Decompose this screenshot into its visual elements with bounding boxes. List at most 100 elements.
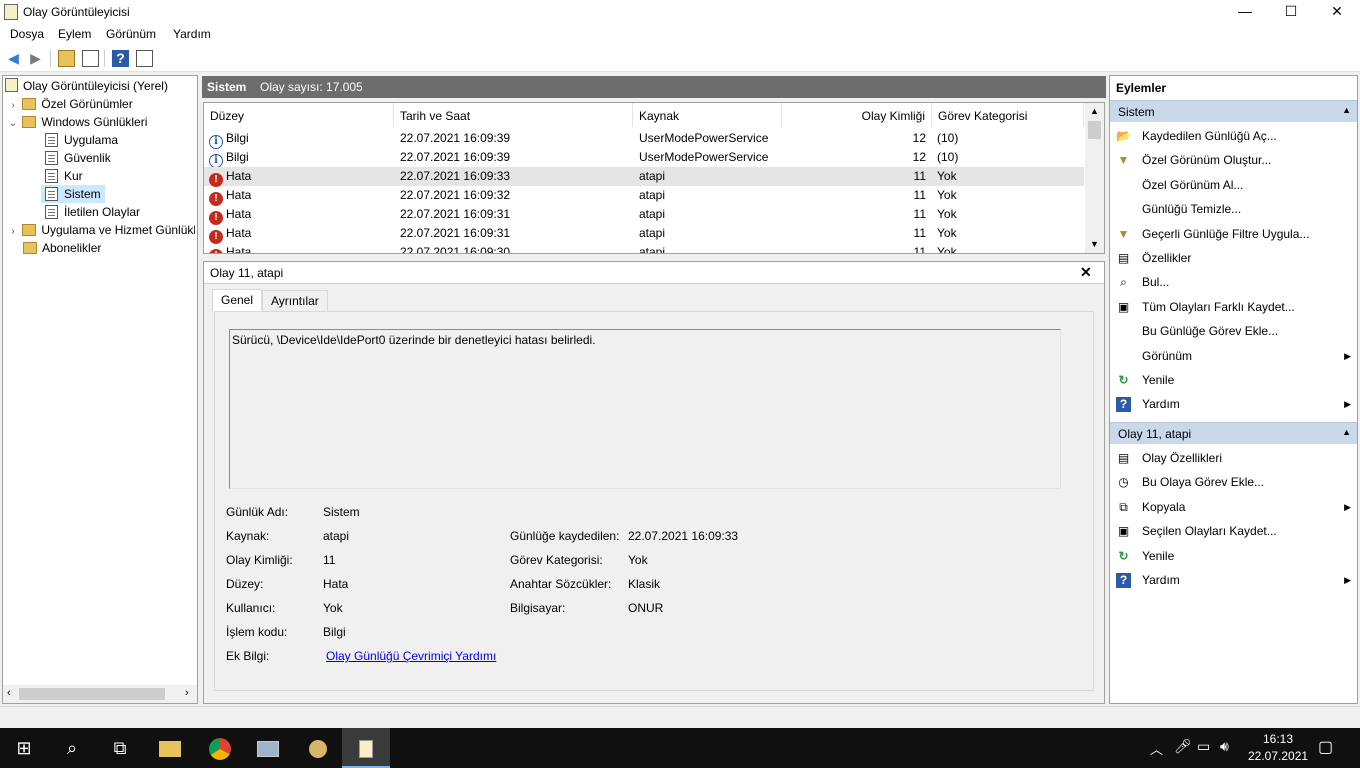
expand-icon[interactable]: › xyxy=(7,223,19,239)
action-icon: ▣ xyxy=(1117,299,1130,314)
chrome-icon[interactable] xyxy=(196,728,244,768)
opcode-value: Bilgi xyxy=(323,625,346,639)
action-item[interactable]: ▤ Olay Özellikleri xyxy=(1110,446,1357,470)
collapse-icon[interactable]: ▲ xyxy=(1342,427,1351,437)
vertical-scrollbar[interactable]: ▲ ▼ xyxy=(1085,103,1104,253)
volume-icon[interactable]: 🔊︎ xyxy=(1220,738,1229,755)
action-item[interactable]: ? Yardım ▶ xyxy=(1110,568,1357,592)
online-help-link[interactable]: Olay Günlüğü Çevrimiçi Yardımı xyxy=(326,649,496,663)
cell-source: atapi xyxy=(639,207,666,221)
clock-date[interactable]: 22.07.2021 xyxy=(1248,749,1308,763)
clock-time[interactable]: 16:13 xyxy=(1248,732,1308,746)
table-row[interactable]: ! Hata 22.07.2021 16:09:31 atapi 11 Yok xyxy=(204,205,1084,225)
table-row[interactable]: ! Hata 22.07.2021 16:09:33 atapi 11 Yok xyxy=(204,167,1084,187)
action-item[interactable]: ↻ Yenile xyxy=(1110,544,1357,568)
collapse-icon[interactable]: ⌄ xyxy=(7,115,19,133)
event-viewer-taskbar-icon[interactable] xyxy=(342,728,390,768)
action-item[interactable]: Günlüğü Temizle... xyxy=(1110,197,1357,221)
action-item[interactable]: ▣ Seçilen Olayları Kaydet... xyxy=(1110,519,1357,543)
help-icon[interactable]: ? xyxy=(112,50,129,67)
scroll-up-icon[interactable]: ▲ xyxy=(1090,106,1099,116)
search-icon[interactable]: ⌕ xyxy=(48,728,96,768)
action-item[interactable]: Görünüm ▶ xyxy=(1110,344,1357,368)
notifications-icon[interactable]: ▢ xyxy=(1318,737,1333,757)
control-panel-icon[interactable] xyxy=(244,728,292,768)
action-item[interactable]: ◷ Bu Olaya Görev Ekle... xyxy=(1110,470,1357,494)
action-label: Yenile xyxy=(1142,548,1175,563)
tab-general[interactable]: Genel xyxy=(212,289,263,312)
scroll-right-icon[interactable]: › xyxy=(185,687,189,699)
up-folder-icon[interactable] xyxy=(58,50,75,67)
microphone-icon[interactable]: 🎤︎ xyxy=(1174,738,1192,755)
action-item[interactable]: ▼ Geçerli Günlüğe Filtre Uygula... xyxy=(1110,222,1357,246)
scrollbar-thumb[interactable] xyxy=(19,688,165,700)
actions-section-event[interactable]: Olay 11, atapi ▲ xyxy=(1110,422,1357,444)
column-header-task-category[interactable]: Görev Kategorisi xyxy=(932,103,1084,127)
tree-root[interactable]: Olay Görüntüleyicisi (Yerel) xyxy=(5,77,168,95)
event-message-box[interactable]: Sürücü, \Device\Ide\IdePort0 üzerinde bi… xyxy=(229,329,1061,489)
scroll-left-icon[interactable]: ‹ xyxy=(7,687,11,699)
close-icon[interactable]: ✕ xyxy=(1080,264,1092,281)
action-item[interactable]: Özel Görünüm Al... xyxy=(1110,173,1357,197)
table-row[interactable]: i Bilgi 22.07.2021 16:09:39 UserModePowerSe… xyxy=(204,148,1084,168)
action-label: Olay Özellikleri xyxy=(1142,451,1223,465)
log-icon xyxy=(45,133,58,147)
tree-log-application[interactable]: Uygulama xyxy=(45,131,118,149)
column-header-event-id[interactable]: Olay Kimliği xyxy=(782,103,932,127)
column-header-source[interactable]: Kaynak xyxy=(633,103,782,127)
action-icon xyxy=(1116,202,1131,217)
action-item[interactable]: 📂 Kaydedilen Günlüğü Aç... xyxy=(1110,124,1357,148)
table-row[interactable]: i Bilgi 22.07.2021 16:09:39 UserModePowerSe… xyxy=(204,129,1084,149)
tree-log-system[interactable]: Sistem xyxy=(41,185,105,203)
scrollbar-thumb[interactable] xyxy=(1088,121,1101,139)
action-item[interactable]: ↻ Yenile xyxy=(1110,368,1357,392)
menu-help[interactable]: Yardım xyxy=(173,27,211,41)
file-explorer-icon[interactable] xyxy=(146,728,194,768)
horizontal-scrollbar[interactable]: ‹ › xyxy=(3,685,197,703)
action-item[interactable]: Bu Günlüğe Görev Ekle... xyxy=(1110,319,1357,343)
action-item[interactable]: ▼ Özel Görünüm Oluştur... xyxy=(1110,148,1357,172)
show-hide-action-pane-icon[interactable] xyxy=(136,50,153,67)
menu-action[interactable]: Eylem xyxy=(58,27,91,41)
action-item[interactable]: ⌕ Bul... xyxy=(1110,270,1357,294)
cell-source: UserModePowerService xyxy=(639,150,769,164)
column-header-level[interactable]: Düzey xyxy=(204,103,394,127)
tree-log-forwarded[interactable]: İletilen Olaylar xyxy=(45,203,140,221)
app-icon[interactable] xyxy=(294,728,342,768)
close-button[interactable]: ✕ xyxy=(1314,0,1360,24)
tree-log-security[interactable]: Güvenlik xyxy=(45,149,111,167)
actions-section-system[interactable]: Sistem ▲ xyxy=(1110,100,1357,122)
menu-view[interactable]: Görünüm xyxy=(106,27,156,41)
tree-app-service-logs[interactable]: › Uygulama ve Hizmet Günlükleri xyxy=(7,221,195,239)
forward-icon[interactable]: ▶ xyxy=(27,50,44,67)
scroll-down-icon[interactable]: ▼ xyxy=(1090,239,1099,249)
action-item[interactable]: ? Yardım ▶ xyxy=(1110,392,1357,416)
tree-subscriptions[interactable]: Abonelikler xyxy=(23,239,101,257)
tree-windows-logs[interactable]: ⌄ Windows Günlükleri xyxy=(7,113,148,133)
tree-log-setup[interactable]: Kur xyxy=(45,167,83,185)
tree-custom-views[interactable]: › Özel Görünümler xyxy=(7,95,132,113)
table-row[interactable]: ! Hata 22.07.2021 16:09:32 atapi 11 Yok xyxy=(204,186,1084,206)
column-header-date[interactable]: Tarih ve Saat xyxy=(394,103,633,127)
action-label: Tüm Olayları Farklı Kaydet... xyxy=(1142,299,1295,314)
chevron-up-icon[interactable]: ︿ xyxy=(1150,739,1163,758)
back-icon[interactable]: ◀ xyxy=(5,50,22,67)
table-row[interactable]: ! Hata 22.07.2021 16:09:31 atapi 11 Yok xyxy=(204,224,1084,244)
start-icon[interactable]: ⊞ xyxy=(0,728,48,768)
tab-details[interactable]: Ayrıntılar xyxy=(262,290,328,312)
task-view-icon[interactable]: ⧉ xyxy=(96,728,144,768)
minimize-button[interactable]: — xyxy=(1222,0,1268,24)
menu-file[interactable]: Dosya xyxy=(10,27,44,41)
menu-bar: Dosya Eylem Görünüm Yardım xyxy=(0,24,1360,45)
action-item[interactable]: ▣ Tüm Olayları Farklı Kaydet... xyxy=(1110,295,1357,319)
tree-log-label: İletilen Olaylar xyxy=(64,205,141,219)
maximize-button[interactable]: ☐ xyxy=(1268,0,1314,24)
action-label: Seçilen Olayları Kaydet... xyxy=(1142,524,1277,539)
action-item[interactable]: ⧉ Kopyala ▶ xyxy=(1110,495,1357,519)
collapse-icon[interactable]: ▲ xyxy=(1342,105,1351,115)
table-row[interactable]: !Hata 22.07.2021 16:09:30 atapi 11 Yok xyxy=(204,243,1084,253)
action-item[interactable]: ▤ Özellikler xyxy=(1110,246,1357,270)
network-icon[interactable]: ▭ xyxy=(1197,738,1210,755)
task-category-value: Yok xyxy=(628,553,648,567)
show-hide-tree-icon[interactable] xyxy=(82,50,99,67)
